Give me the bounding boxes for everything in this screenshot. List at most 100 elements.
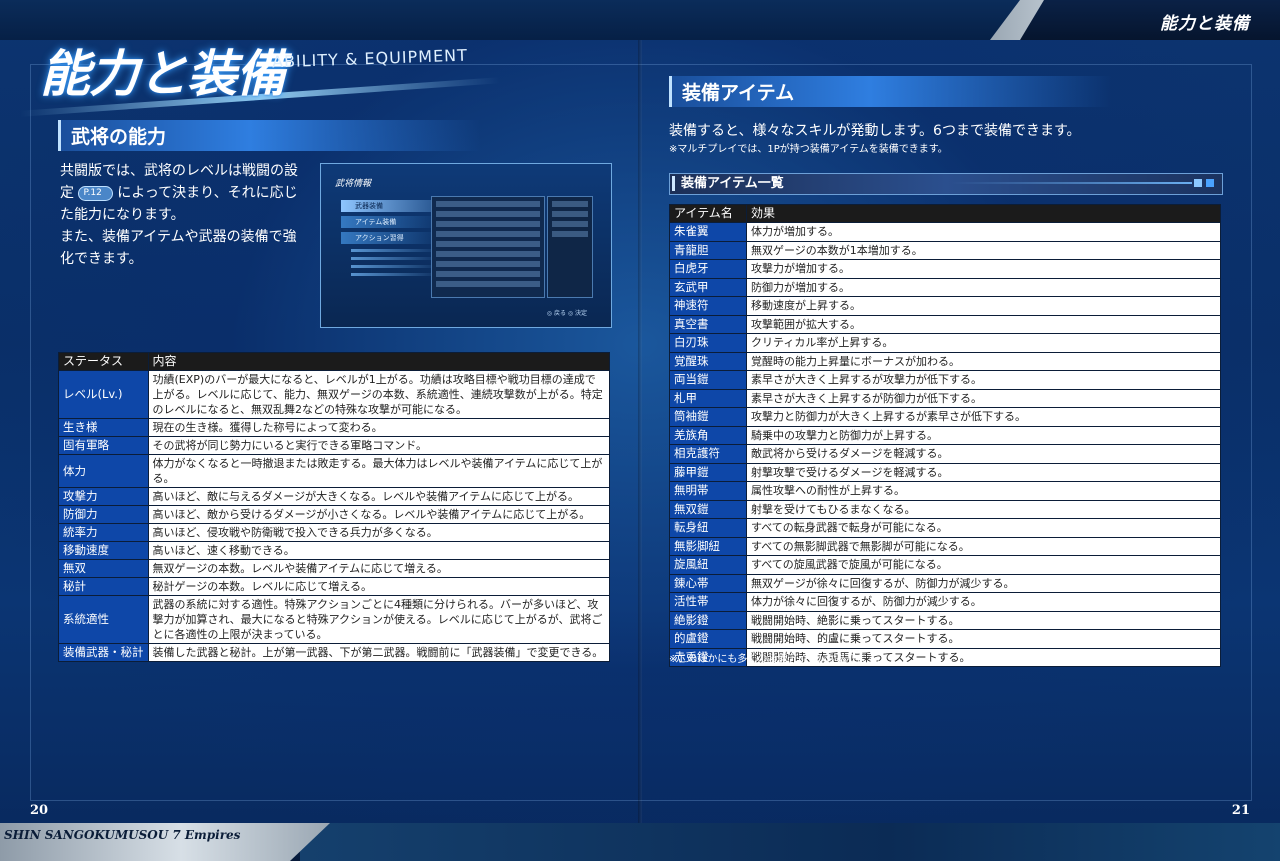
equipment-row: 無明帯 属性攻撃への耐性が上昇する。 (669, 481, 1221, 501)
screenshot-stripe (351, 273, 441, 276)
status-table-header: ステータス 内容 (58, 352, 610, 371)
row-value: 戦闘開始時、的盧に乗ってスタートする。 (746, 629, 1221, 649)
list-header-line (952, 182, 1192, 184)
equipment-row: 白虎牙 攻撃力が増加する。 (669, 259, 1221, 279)
status-row: 固有軍略 その武将が同じ勢力にいると実行できる軍略コマンド。 (58, 436, 610, 455)
page-number-left: 20 (30, 803, 49, 818)
row-value: 武器の系統に対する適性。特殊アクションごとに4種類に分けられる。バーが多いほど、… (147, 595, 610, 644)
row-value: 敵武将から受けるダメージを軽減する。 (746, 444, 1221, 464)
status-row: 秘計 秘計ゲージの本数。レベルに応じて増える。 (58, 577, 610, 596)
row-value: 無双ゲージが徐々に回復するが、防御力が減少する。 (746, 573, 1221, 593)
row-value: すべての無影脚武器で無影脚が可能になる。 (746, 536, 1221, 556)
equipment-row: 朱雀翼 体力が増加する。 (669, 222, 1221, 242)
equipment-row: 筒袖鎧 攻撃力と防御力が大きく上昇するが素早さが低下する。 (669, 407, 1221, 427)
status-table: ステータス 内容 レベル(Lv.) 功績(EXP)のバーが最大になると、レベルが1… (58, 352, 610, 662)
center-fold (638, 40, 642, 823)
equipment-list-title: 装備アイテム一覧 (672, 176, 784, 191)
screenshot-menu-item: 武器装備 (341, 200, 441, 212)
row-value: 射撃を受けてもひるまなくなる。 (746, 499, 1221, 519)
status-row: 無双 無双ゲージの本数。レベルや装備アイテムに応じて増える。 (58, 559, 610, 578)
equipment-row: 覚醒珠 覚醒時の能力上昇量にボーナスが加わる。 (669, 351, 1221, 371)
list-header-marker (1194, 179, 1202, 187)
row-key: 秘計 (58, 577, 149, 596)
row-key: 錬心帯 (669, 573, 747, 593)
row-key: 転身紐 (669, 518, 747, 538)
screenshot-footer: ◎ 戻る ◎ 決定 (546, 310, 587, 317)
intro-text-line2: また、装備アイテムや武器の装備で強化できます。 (60, 229, 297, 267)
screenshot-status-panel (431, 196, 545, 298)
equipment-row: 錬心帯 無双ゲージが徐々に回復するが、防御力が減少する。 (669, 573, 1221, 593)
equipment-description: 装備すると、様々なスキルが発動します。6つまで装備できます。 (669, 123, 1081, 139)
row-value: 覚醒時の能力上昇量にボーナスが加わる。 (746, 351, 1221, 371)
row-key: 攻撃力 (58, 487, 149, 506)
col-header-status: ステータス (58, 352, 149, 371)
screenshot-stripe (351, 257, 441, 260)
row-key: 無双鎧 (669, 499, 747, 519)
row-value: 無双ゲージの本数が1本増加する。 (746, 240, 1221, 260)
status-row: 体力 体力がなくなると一時撤退または敗走する。最大体力はレベルや装備アイテムに応じ… (58, 454, 610, 488)
row-key: 白刃珠 (669, 333, 747, 353)
equipment-row: 絶影鐙 戦闘開始時、絶影に乗ってスタートする。 (669, 610, 1221, 630)
row-key: レベル(Lv.) (58, 370, 149, 419)
row-value: 射撃攻撃で受けるダメージを軽減する。 (746, 462, 1221, 482)
status-row: 装備武器・秘計 装備した武器と秘計。上が第一武器、下が第二武器。戦闘前に「武器装備… (58, 643, 610, 662)
equipment-row: 旋風紐 すべての旋風武器で旋風が可能になる。 (669, 555, 1221, 575)
col-header-item-name: アイテム名 (669, 204, 747, 223)
row-value: 体力が増加する。 (746, 222, 1221, 242)
row-key: 札甲 (669, 388, 747, 408)
equipment-list-header: 装備アイテム一覧 (669, 173, 1223, 195)
row-key: 的盧鐙 (669, 629, 747, 649)
row-key: 絶影鐙 (669, 610, 747, 630)
row-value: 騎乗中の攻撃力と防御力が上昇する。 (746, 425, 1221, 445)
row-value: 素早さが大きく上昇するが攻撃力が低下する。 (746, 370, 1221, 390)
row-key: 体力 (58, 454, 149, 488)
status-row: 統率力 高いほど、侵攻戦や防衛戦で投入できる兵力が多くなる。 (58, 523, 610, 542)
ability-screenshot: 武将情報 武器装備 アイテム装備 アクション習得 ◎ 戻る ◎ 決定 (320, 163, 612, 328)
row-value: 防御力が増加する。 (746, 277, 1221, 297)
status-row: 移動速度 高いほど、速く移動できる。 (58, 541, 610, 560)
row-value: 無双ゲージの本数。レベルや装備アイテムに応じて増える。 (147, 559, 610, 578)
equipment-row: 札甲 素早さが大きく上昇するが防御力が低下する。 (669, 388, 1221, 408)
screenshot-menu-item: アクション習得 (341, 232, 441, 244)
row-value: 素早さが大きく上昇するが防御力が低下する。 (746, 388, 1221, 408)
row-key: 無明帯 (669, 481, 747, 501)
screenshot-item-panel (547, 196, 593, 298)
row-value: 秘計ゲージの本数。レベルに応じて増える。 (147, 577, 610, 596)
equipment-row: 玄武甲 防御力が増加する。 (669, 277, 1221, 297)
intro-text: 共闘版では、武将のレベルは戦闘の設定 P.12 によって決まり、それに応じた能力… (60, 160, 310, 270)
col-header-effect: 効果 (746, 204, 1221, 223)
row-key: 移動速度 (58, 541, 149, 560)
main-title: 能力と装備 (40, 44, 286, 103)
equipment-row: 青龍胆 無双ゲージの本数が1本増加する。 (669, 240, 1221, 260)
row-key: 防御力 (58, 505, 149, 524)
row-value: 体力がなくなると一時撤退または敗走する。最大体力はレベルや装備アイテムに応じて上… (147, 454, 610, 488)
status-row: 防御力 高いほど、敵から受けるダメージが小さくなる。レベルや装備アイテムに応じて上… (58, 505, 610, 524)
equipment-multiplayer-note: ※マルチプレイでは、1Pが持つ装備アイテムを装備できます。 (669, 144, 948, 155)
equipment-row: 無双鎧 射撃を受けてもひるまなくなる。 (669, 499, 1221, 519)
row-value: 高いほど、敵に与えるダメージが大きくなる。レベルや装備アイテムに応じて上がる。 (147, 487, 610, 506)
status-row: 攻撃力 高いほど、敵に与えるダメージが大きくなる。レベルや装備アイテムに応じて上が… (58, 487, 610, 506)
equipment-table: アイテム名 効果 朱雀翼 体力が増加する。 青龍胆 無双ゲージの本数が1本増加する。白… (669, 204, 1221, 667)
row-key: 両当鎧 (669, 370, 747, 390)
row-key: 固有軍略 (58, 436, 149, 455)
row-value: 属性攻撃への耐性が上昇する。 (746, 481, 1221, 501)
row-value: 高いほど、敵から受けるダメージが小さくなる。レベルや装備アイテムに応じて上がる。 (147, 505, 610, 524)
row-key: 覚醒珠 (669, 351, 747, 371)
header-section-title: 能力と装備 (1160, 14, 1250, 34)
row-key: 生き様 (58, 418, 149, 437)
page-ref-pill: P.12 (78, 185, 113, 201)
row-key: 統率力 (58, 523, 149, 542)
row-key: 筒袖鎧 (669, 407, 747, 427)
status-row: レベル(Lv.) 功績(EXP)のバーが最大になると、レベルが1上がる。功績は攻略… (58, 370, 610, 419)
equipment-row: 相克護符 敵武将から受けるダメージを軽減する。 (669, 444, 1221, 464)
row-key: 活性帯 (669, 592, 747, 612)
screenshot-stripe (351, 265, 441, 268)
row-key: 朱雀翼 (669, 222, 747, 242)
row-value: 体力が徐々に回復するが、防御力が減少する。 (746, 592, 1221, 612)
screenshot-menu-item: アイテム装備 (341, 216, 441, 228)
row-value: 戦闘開始時、絶影に乗ってスタートする。 (746, 610, 1221, 630)
row-key: 装備武器・秘計 (58, 643, 149, 662)
footer-game-title: SHIN SANGOKUMUSOU 7 Empires (4, 828, 241, 842)
equipment-row: 神速符 移動速度が上昇する。 (669, 296, 1221, 316)
equipment-row: 両当鎧 素早さが大きく上昇するが攻撃力が低下する。 (669, 370, 1221, 390)
